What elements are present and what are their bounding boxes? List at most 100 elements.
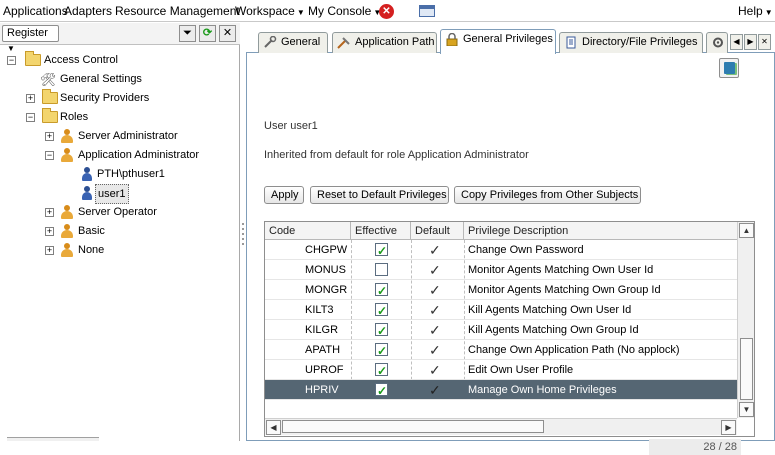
cell-default: ✓ [411, 380, 464, 400]
effective-checkbox[interactable] [375, 263, 388, 276]
role-icon [59, 205, 75, 220]
navigation-toolbar: Register ▼ ⏷ ⟳ ✕ [0, 23, 240, 53]
document-icon [566, 36, 576, 49]
tab-scroll-left-icon[interactable]: ◀ [730, 34, 743, 50]
table-row[interactable]: HPRIV ✓ Manage Own Home Privileges [265, 380, 737, 401]
cell-description: Kill Agents Matching Own User Id [468, 304, 632, 316]
column-header-code[interactable]: Code [265, 222, 351, 240]
table-row[interactable]: APATH ✓ Change Own Application Path (No ap… [265, 340, 737, 361]
window-icon[interactable] [419, 5, 435, 17]
menu-workspace-label: Workspace [235, 4, 295, 18]
horizontal-scroll-thumb[interactable] [282, 420, 544, 433]
apply-button[interactable]: Apply [264, 186, 304, 204]
effective-checkbox[interactable] [375, 341, 388, 361]
effective-checkbox[interactable] [375, 301, 388, 321]
scroll-up-icon[interactable]: ▲ [739, 223, 754, 238]
role-icon [59, 129, 75, 144]
scroll-down-icon[interactable]: ▼ [739, 402, 754, 417]
cell-default: ✓ [411, 260, 464, 280]
cell-description: Manage Own Home Privileges [468, 384, 617, 396]
collapse-icon[interactable]: − [7, 56, 16, 65]
chevron-down-icon: ▼ [296, 8, 305, 17]
tab-label: Directory/File Privileges [582, 36, 698, 48]
tree-node-label: Server Operator [78, 206, 157, 218]
tab-bar: General Application Path General Privile… [246, 29, 775, 54]
effective-checkbox[interactable] [375, 381, 388, 401]
expand-icon[interactable]: + [45, 246, 54, 255]
column-header-default[interactable]: Default [411, 222, 464, 240]
cell-effective [351, 380, 411, 401]
reset-defaults-button[interactable]: Reset to Default Privileges [310, 186, 449, 204]
refresh-icon[interactable]: ⟳ [199, 25, 216, 42]
tab-directory-file-privileges[interactable]: Directory/File Privileges [559, 32, 703, 53]
column-header-effective[interactable]: Effective [351, 222, 411, 240]
table-row[interactable]: CHGPW ✓ Change Own Password [265, 240, 737, 261]
expand-icon[interactable]: + [26, 94, 35, 103]
checkmark-icon: ✓ [429, 362, 441, 378]
collapse-icon[interactable]: − [26, 113, 35, 122]
book-icon[interactable] [719, 58, 739, 78]
filter-icon[interactable]: ⏷ [179, 25, 196, 42]
copy-privileges-button[interactable]: Copy Privileges from Other Subjects [454, 186, 641, 204]
cell-default: ✓ [411, 320, 464, 340]
tab-scroll-right-icon[interactable]: ▶ [744, 34, 757, 50]
table-row[interactable]: UPROF ✓ Edit Own User Profile [265, 360, 737, 381]
cell-code: HPRIV [305, 384, 339, 396]
cell-effective [351, 300, 411, 321]
tab-label: General Privileges [463, 33, 553, 45]
privileges-table: Code Effective Default Privilege Descrip… [264, 221, 755, 437]
cell-code: CHGPW [305, 244, 348, 256]
menu-resource-management[interactable]: Resource Management [115, 4, 240, 18]
folder-icon [42, 89, 58, 104]
register-dropdown[interactable]: Register ▼ [2, 25, 59, 53]
horizontal-scrollbar[interactable]: ◀ ▶ [265, 418, 737, 435]
tab-general-privileges[interactable]: General Privileges [440, 29, 556, 54]
menu-workspace[interactable]: Workspace ▼ [235, 4, 305, 18]
role-icon [59, 243, 75, 258]
cell-code: APATH [305, 344, 341, 356]
expand-icon[interactable]: + [45, 132, 54, 141]
tab-overflow[interactable] [706, 32, 728, 53]
scroll-left-icon[interactable]: ◀ [266, 420, 281, 435]
menu-applications[interactable]: Applications [3, 4, 68, 18]
tab-general[interactable]: General [258, 32, 328, 53]
vertical-scroll-thumb[interactable] [740, 338, 753, 400]
close-pane-icon[interactable]: ✕ [219, 25, 236, 42]
cell-default: ✓ [411, 280, 464, 300]
register-label: Register [7, 27, 48, 39]
cell-effective [351, 320, 411, 341]
scroll-right-icon[interactable]: ▶ [721, 420, 736, 435]
cell-description: Change Own Password [468, 244, 584, 256]
row-counter: 28 / 28 [649, 439, 741, 455]
tree-node-label: Security Providers [60, 92, 150, 104]
close-icon[interactable]: ✕ [379, 4, 394, 19]
tree-node-label: Server Administrator [78, 130, 178, 142]
tree-node-label: Basic [78, 225, 105, 237]
cell-default: ✓ [411, 240, 464, 260]
menu-my-console[interactable]: My Console ▼ [308, 4, 381, 18]
column-header-description[interactable]: Privilege Description [464, 222, 737, 240]
effective-checkbox[interactable] [375, 321, 388, 341]
vertical-scrollbar[interactable]: ▲ ▼ [737, 222, 754, 418]
tab-application-path[interactable]: Application Path [332, 32, 437, 53]
table-row[interactable]: MONUS ✓ Monitor Agents Matching Own User I… [265, 260, 737, 280]
expand-icon[interactable]: + [45, 208, 54, 217]
cell-code: KILT3 [305, 304, 334, 316]
tab-close-icon[interactable]: ✕ [758, 34, 771, 50]
folder-icon [42, 108, 58, 123]
cell-effective [351, 240, 411, 261]
table-row[interactable]: KILT3 ✓ Kill Agents Matching Own User Id [265, 300, 737, 321]
lock-icon [446, 33, 458, 46]
menu-help[interactable]: Help ▼ [738, 4, 773, 18]
effective-checkbox[interactable] [375, 281, 388, 301]
details-pane: General Application Path General Privile… [246, 23, 775, 455]
user-label: User user1 [264, 120, 318, 132]
menu-adapters[interactable]: Adapters [64, 4, 112, 18]
collapse-icon[interactable]: − [45, 151, 54, 160]
table-row[interactable]: KILGR ✓ Kill Agents Matching Own Group Id [265, 320, 737, 341]
checkmark-icon: ✓ [429, 322, 441, 338]
effective-checkbox[interactable] [375, 361, 388, 381]
expand-icon[interactable]: + [45, 227, 54, 236]
table-row[interactable]: MONGR ✓ Monitor Agents Matching Own Group … [265, 280, 737, 301]
effective-checkbox[interactable] [375, 241, 388, 261]
